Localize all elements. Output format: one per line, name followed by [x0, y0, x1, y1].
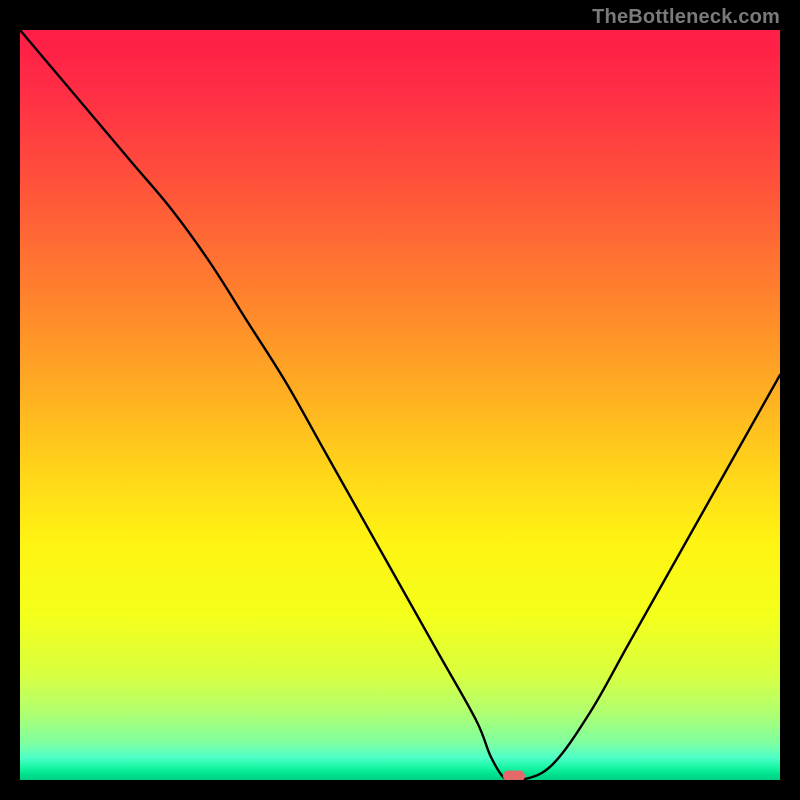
curve-layer	[20, 30, 780, 780]
optimal-point-marker	[503, 771, 525, 781]
bottleneck-curve	[20, 30, 780, 780]
plot-area	[20, 30, 780, 780]
watermark-text: TheBottleneck.com	[592, 6, 780, 29]
chart-frame: TheBottleneck.com	[0, 0, 800, 800]
